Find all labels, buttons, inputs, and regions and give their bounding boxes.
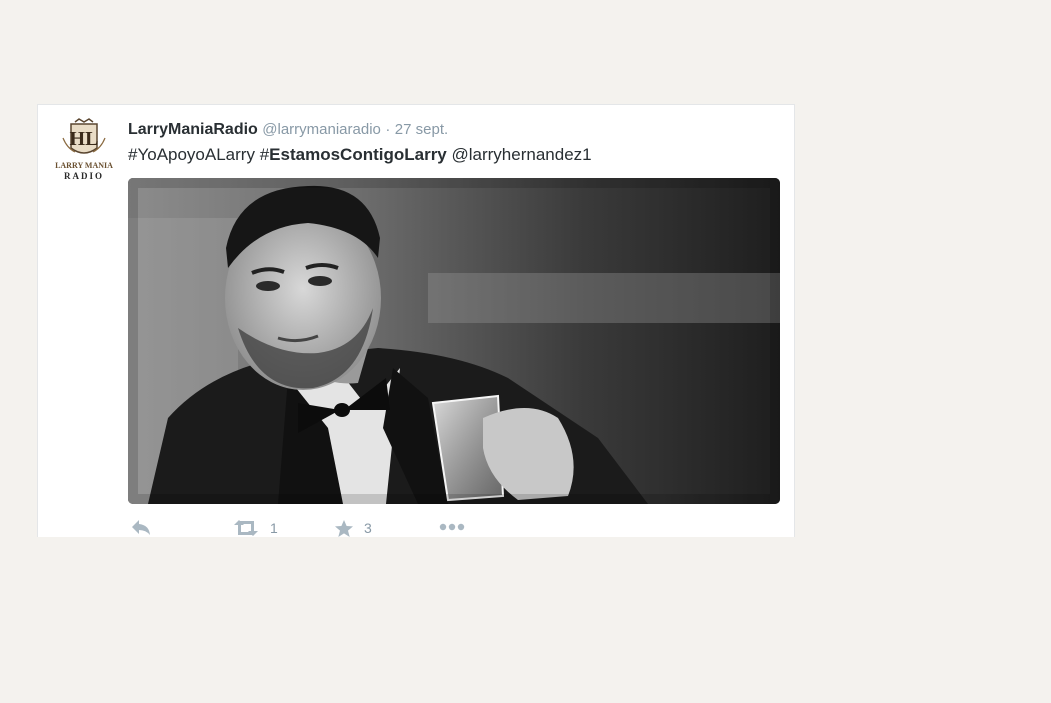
mention-link[interactable]: @larryhernandez1: [452, 145, 592, 164]
tweet-text: #YoApoyoALarry #EstamosContigoLarry @lar…: [128, 144, 592, 166]
favorite-button[interactable]: 3: [334, 518, 372, 537]
star-icon: [335, 519, 353, 537]
tweet-header: LarryManiaRadio @larrymaniaradio · 27 se…: [128, 120, 448, 140]
hash-symbol: #: [259, 145, 270, 164]
svg-text:HL: HL: [70, 128, 99, 150]
more-icon: [439, 523, 465, 531]
photo-image: [128, 178, 780, 504]
tweet-photo[interactable]: [128, 178, 780, 504]
logo-line2: RADIO: [64, 171, 104, 181]
tweet-card: HL LARRY MANIA RADIO LarryManiaRadio @la…: [37, 104, 795, 537]
favorite-count: 3: [364, 520, 372, 536]
retweet-button[interactable]: 1: [232, 518, 278, 537]
display-name[interactable]: LarryManiaRadio: [128, 121, 258, 138]
reply-icon: [132, 520, 150, 535]
user-handle[interactable]: @larrymaniaradio: [262, 121, 381, 138]
logo-line1: LARRY MANIA: [55, 161, 113, 170]
hashtag-text: EstamosContigoLarry: [269, 145, 447, 164]
separator-dot: ·: [385, 121, 391, 138]
timestamp[interactable]: 27 sept.: [395, 121, 448, 138]
hashtag-link-bold[interactable]: #EstamosContigoLarry: [260, 145, 447, 164]
retweet-icon: [234, 520, 258, 536]
reply-button[interactable]: [130, 518, 152, 536]
hashtag-link[interactable]: #YoApoyoALarry: [128, 145, 255, 164]
more-button[interactable]: [439, 522, 465, 532]
avatar[interactable]: HL LARRY MANIA RADIO: [53, 118, 115, 182]
retweet-count: 1: [270, 520, 278, 536]
larrymania-logo-icon: HL LARRY MANIA RADIO: [55, 118, 113, 181]
